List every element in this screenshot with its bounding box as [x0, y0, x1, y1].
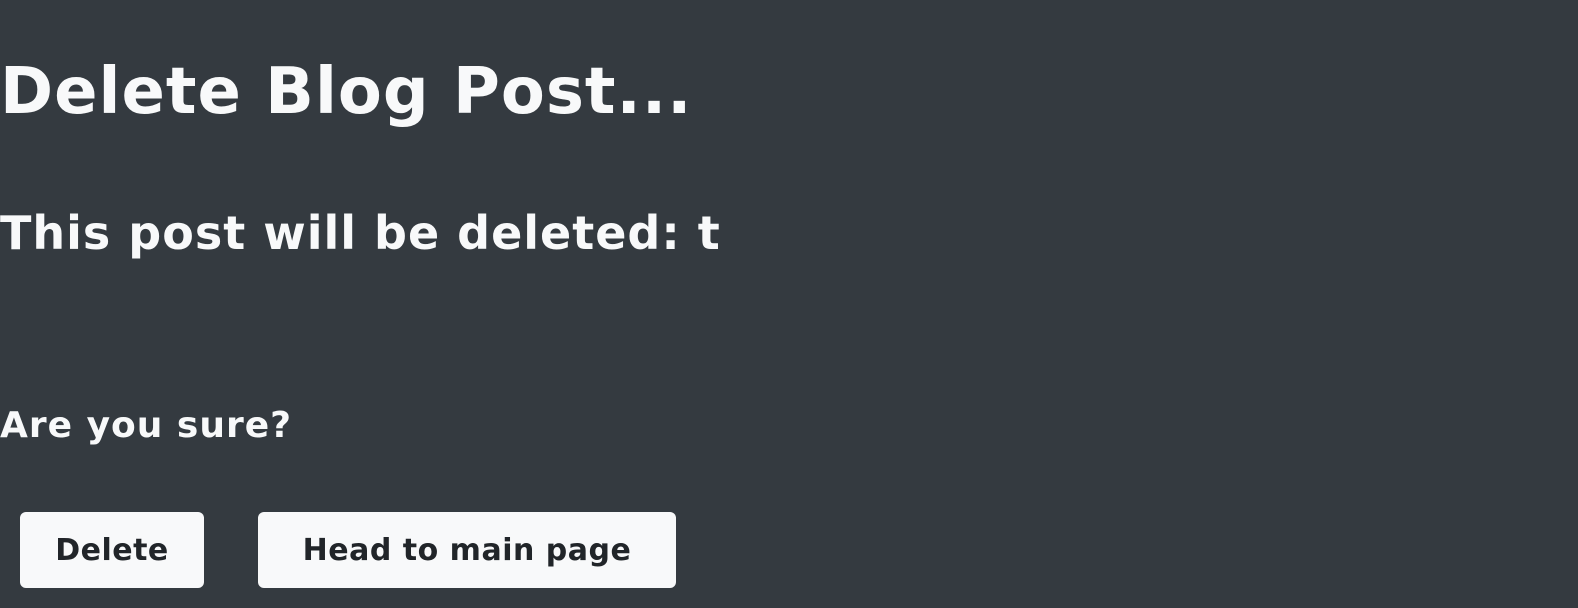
post-to-delete-text: This post will be deleted: t: [0, 206, 721, 260]
confirmation-question: Are you sure?: [0, 405, 293, 446]
page-title: Delete Blog Post...: [0, 55, 693, 129]
head-to-main-page-button[interactable]: Head to main page: [258, 512, 676, 588]
delete-button[interactable]: Delete: [20, 512, 204, 588]
